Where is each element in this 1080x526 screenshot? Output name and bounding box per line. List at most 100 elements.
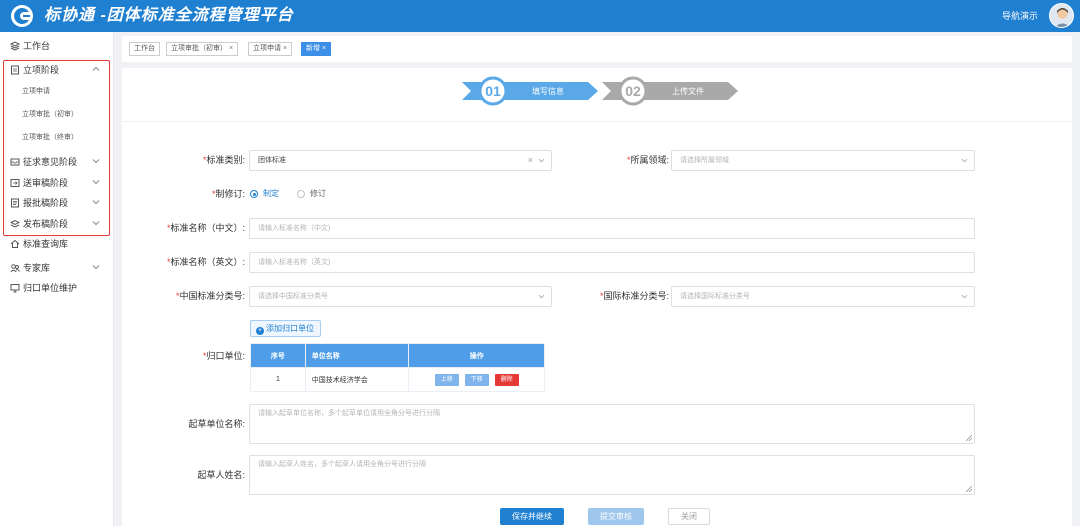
sidebar-item-project-stage[interactable]: 立项阶段 — [0, 60, 114, 80]
drafter-textarea[interactable]: 请输入起草人姓名，多个起草人请用全角分号进行分隔 — [249, 455, 975, 495]
sidebar-item-review-draft-stage[interactable]: 送审稿阶段 — [0, 173, 114, 193]
user-avatar-icon — [1050, 4, 1073, 27]
inbox-icon — [10, 158, 20, 166]
layers-icon — [10, 219, 20, 228]
tag-workbench[interactable]: 工作台 — [129, 42, 160, 56]
home-icon — [10, 239, 20, 248]
delete-button[interactable]: 删除 — [494, 373, 519, 386]
name-en-placeholder: 请输入标准名称（英文) — [258, 259, 331, 266]
sidebar-item-workbench[interactable]: 工作台 — [0, 36, 114, 56]
sidebar-item-label: 工作台 — [23, 41, 51, 51]
close-icon[interactable]: × — [229, 45, 233, 52]
table-header: 单位名称 — [304, 343, 410, 368]
std-type-select[interactable]: 团体标准 × — [249, 150, 552, 171]
domain-placeholder: 请选择所属领域 — [680, 157, 729, 164]
row-unit-name: 中国技术经济学会 — [304, 367, 410, 392]
tag-project-apply[interactable]: 立项申请 × — [248, 42, 293, 56]
ccs-placeholder: 请选择中国标准分类号 — [258, 293, 328, 300]
document-icon — [11, 198, 19, 208]
unit-label: *归口单位: — [202, 351, 245, 361]
drafter-placeholder: 请输入起草人姓名，多个起草人请用全角分号进行分隔 — [258, 461, 426, 468]
sidebar-item-standard-library[interactable]: 标准查询库 — [0, 234, 114, 254]
file-icon — [11, 65, 19, 75]
domain-select[interactable]: 请选择所属领域 — [671, 150, 975, 171]
chevron-up-icon — [92, 66, 100, 71]
step-indicator: 01 填写信息 02 上传文件 — [462, 76, 738, 106]
sidebar-item-label: 标准查询库 — [23, 239, 69, 249]
chevron-down-icon — [538, 294, 545, 299]
tag-new[interactable]: 新增 × — [301, 42, 332, 56]
tag-label: 新增 — [306, 45, 320, 52]
domain-label: *所属领域: — [626, 155, 669, 165]
ccs-label: *中国标准分类号: — [175, 291, 245, 301]
chevron-down-icon — [961, 294, 968, 299]
sidebar-item-label: 发布稿阶段 — [23, 219, 69, 229]
ccs-select[interactable]: 请选择中国标准分类号 — [249, 286, 552, 307]
app-logo-icon — [11, 5, 33, 27]
resize-grip-icon[interactable] — [966, 435, 972, 441]
tag-approval-first[interactable]: 立项审批（初审） × — [166, 42, 239, 56]
add-unit-label: 添加归口单位 — [266, 324, 314, 333]
name-cn-placeholder: 请输入标准名称（中文) — [258, 225, 331, 232]
draft-unit-placeholder: 请输入起草单位名称，多个起草单位请用全角分号进行分隔 — [258, 410, 440, 417]
sidebar-subitem-project-apply[interactable]: 立项申请 — [0, 82, 114, 102]
main-content: 01 填写信息 02 上传文件 *标准类别: 团体标准 × *所属领域: 请选择… — [122, 68, 1072, 526]
chevron-down-icon — [961, 158, 968, 163]
steps-band: 01 填写信息 02 上传文件 — [122, 68, 1072, 122]
user-avatar[interactable] — [1049, 3, 1074, 28]
clear-icon[interactable]: × — [528, 151, 533, 170]
chevron-down-icon — [92, 221, 100, 226]
revision-radio-group: 制定 修订 — [250, 187, 370, 201]
step-2-num: 02 — [625, 83, 641, 99]
draft-unit-textarea[interactable]: 请输入起草单位名称，多个起草单位请用全角分号进行分隔 — [249, 404, 975, 444]
name-en-input[interactable]: 请输入标准名称（英文) — [249, 252, 975, 273]
sidebar-item-expert-library[interactable]: 专家库 — [0, 258, 114, 278]
sidebar-item-label: 立项阶段 — [23, 65, 60, 75]
sidebar-item-publish-draft-stage[interactable]: 发布稿阶段 — [0, 214, 114, 234]
ics-label: *国际标准分类号: — [599, 291, 669, 301]
app-title: 标协通 -团体标准全流程管理平台 — [44, 7, 294, 24]
close-icon[interactable]: × — [322, 45, 326, 52]
sidebar-item-label: 归口单位维护 — [23, 283, 78, 293]
top-header: 标协通 -团体标准全流程管理平台 导航演示 — [0, 0, 1080, 32]
ics-placeholder: 请选择国际标准分类号 — [680, 293, 750, 300]
row-actions: 上移 下移 删除 — [408, 367, 545, 392]
tag-label: 立项审批（初审） — [171, 45, 227, 52]
monitor-icon — [10, 284, 20, 293]
sidebar-subitem-label: 立项审批（终审） — [22, 134, 78, 141]
close-icon[interactable]: × — [283, 45, 287, 52]
chevron-down-icon — [538, 158, 545, 163]
name-en-label: *标准名称（英文）: — [166, 257, 245, 267]
sidebar: 工作台 立项阶段 立项申请 立项审批（初审） 立项审批（终审） 征求意见阶段 送… — [0, 32, 114, 526]
name-cn-input[interactable]: 请输入标准名称（中文) — [249, 218, 975, 239]
sidebar-subitem-approval-final[interactable]: 立项审批（终审） — [0, 128, 114, 148]
step-1-num: 01 — [485, 83, 501, 99]
chevron-down-icon — [92, 180, 100, 185]
close-button[interactable]: 关闭 — [668, 508, 710, 525]
send-icon — [10, 179, 20, 187]
add-unit-button[interactable]: + 添加归口单位 — [250, 320, 321, 337]
sidebar-item-unit-maintenance[interactable]: 归口单位维护 — [0, 278, 114, 298]
sidebar-item-comment-stage[interactable]: 征求意见阶段 — [0, 152, 114, 172]
chevron-down-icon — [92, 265, 100, 270]
move-up-button[interactable]: 上移 — [434, 373, 459, 386]
sidebar-item-approval-draft-stage[interactable]: 报批稿阶段 — [0, 193, 114, 213]
submit-review-button[interactable]: 提交审核 — [588, 508, 644, 525]
step-2-label: 上传文件 — [672, 86, 704, 96]
sidebar-subitem-label: 立项审批（初审） — [22, 111, 78, 118]
tag-label: 立项申请 — [253, 45, 281, 52]
drafter-label: 起草人姓名: — [197, 470, 245, 480]
sidebar-item-label: 送审稿阶段 — [23, 178, 69, 188]
sidebar-subitem-approval-first[interactable]: 立项审批（初审） — [0, 105, 114, 125]
move-down-button[interactable]: 下移 — [464, 373, 489, 386]
table-row: 1 中国技术经济学会 上移 下移 删除 — [250, 367, 545, 392]
save-continue-button[interactable]: 保存并继续 — [500, 508, 564, 525]
ics-select[interactable]: 请选择国际标准分类号 — [671, 286, 975, 307]
sidebar-item-label: 报批稿阶段 — [23, 198, 69, 208]
name-cn-label: *标准名称（中文）: — [166, 223, 245, 233]
sidebar-item-label: 征求意见阶段 — [23, 157, 78, 167]
resize-grip-icon[interactable] — [966, 486, 972, 492]
nav-demo-link[interactable]: 导航演示 — [1002, 9, 1038, 23]
chevron-down-icon — [92, 159, 100, 164]
revision-label: *制修订: — [211, 189, 245, 199]
